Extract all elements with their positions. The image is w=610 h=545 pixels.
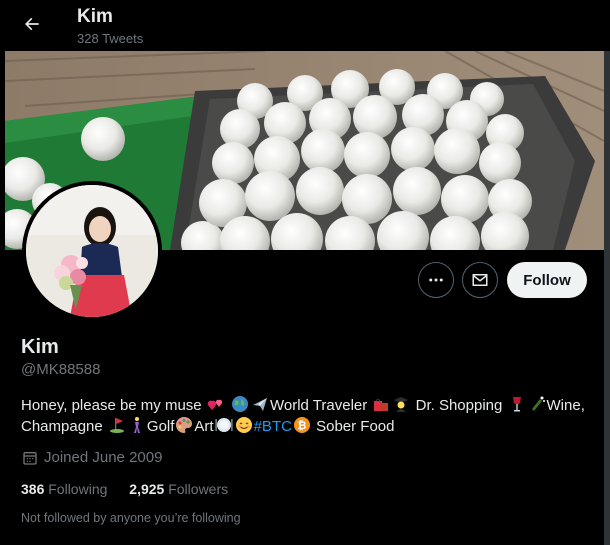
palette-icon [176, 417, 193, 433]
not-followed-note: Not followed by anyone you’re following [21, 511, 241, 525]
top-bar: Kim 328 Tweets [0, 0, 610, 51]
graduate-icon [394, 397, 409, 412]
followers-link[interactable]: 2,925 Followers [129, 481, 228, 497]
hashtag-link[interactable]: #BTC [254, 418, 292, 435]
following-link[interactable]: 386 Following [21, 481, 107, 497]
display-name: Kim [21, 336, 59, 358]
shopping-bags-icon [374, 398, 389, 411]
bio-text: Honey, please be my muse [21, 397, 202, 414]
more-icon [429, 278, 443, 282]
golfer-icon [133, 417, 140, 433]
follow-stats: 386 Following 2,925 Followers [21, 481, 246, 497]
two-hearts-icon [207, 399, 222, 410]
bio: Honey, please be my muse World Traveler … [21, 395, 591, 437]
bio-text: World Traveler [270, 397, 368, 414]
envelope-icon [472, 274, 488, 286]
champagne-icon [531, 396, 545, 411]
avatar[interactable] [22, 181, 162, 321]
followers-count: 2,925 [129, 481, 165, 497]
more-options-button[interactable] [418, 262, 454, 298]
plate-cutlery-icon [215, 418, 233, 432]
golf-flag-icon [109, 418, 124, 433]
tweet-count: 328 Tweets [77, 31, 144, 46]
message-button[interactable] [462, 262, 498, 298]
bitcoin-icon: ₿ [293, 417, 310, 433]
followers-label: Followers [168, 481, 229, 497]
bio-text: Golf [146, 418, 175, 435]
arrow-left-icon [25, 17, 39, 31]
bio-text: Sober Food [311, 418, 395, 435]
avatar-image [26, 185, 158, 317]
handle: @MK88588 [21, 361, 101, 378]
smiling-face-icon [235, 417, 252, 433]
wine-glass-icon [512, 397, 521, 412]
header-title: Kim [77, 6, 113, 27]
joined-date: Joined June 2009 [22, 449, 162, 466]
back-button[interactable] [16, 8, 48, 40]
globe-icon [232, 396, 248, 412]
joined-text: Joined June 2009 [44, 449, 163, 466]
following-count: 386 [21, 481, 45, 497]
svg-text:₿: ₿ [297, 420, 306, 432]
scroll-track[interactable] [604, 51, 610, 545]
follow-button[interactable]: Follow [507, 262, 587, 298]
bio-text: Art [194, 418, 214, 435]
calendar-icon [23, 451, 37, 465]
following-label: Following [48, 481, 108, 497]
airplane-icon [253, 398, 267, 411]
bio-text: Dr. Shopping [411, 397, 503, 414]
